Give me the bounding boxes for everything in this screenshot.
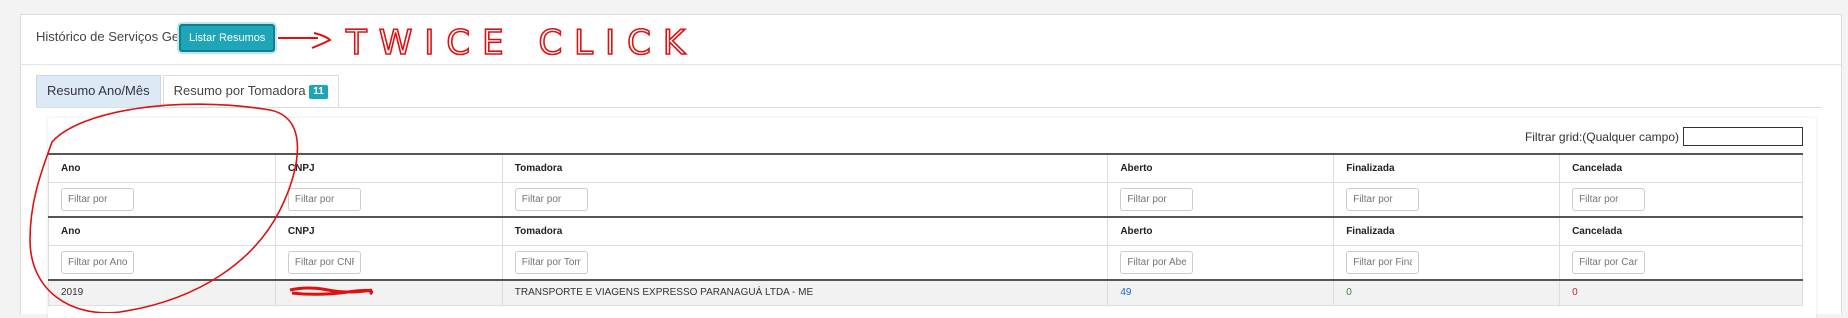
- filter-row: [48, 181, 1803, 218]
- col-header-cancelada[interactable]: Cancelada: [1559, 216, 1803, 246]
- cell-finalizada: 0: [1333, 279, 1561, 306]
- grid-container: Filtrar grid:(Qualquer campo) Ano CNPJ T…: [48, 118, 1816, 318]
- tab-resumo-por-tomadora[interactable]: Resumo por Tomadora 11: [162, 75, 339, 107]
- col-header-cancelada[interactable]: Cancelada: [1559, 153, 1803, 183]
- tab-label: Resumo por Tomadora: [173, 83, 306, 98]
- cell-cnpj: [274, 279, 503, 306]
- col-header-ano[interactable]: Ano: [48, 216, 276, 246]
- filter-finalizada-input[interactable]: [1346, 187, 1420, 211]
- filter-cnpj-input[interactable]: [287, 187, 361, 211]
- redaction-scribble: [289, 286, 373, 297]
- header-row-duplicate: Ano CNPJ Tomadora Aberto Finalizada Canc…: [48, 216, 1803, 246]
- filter-finalizada-input[interactable]: [1346, 250, 1420, 274]
- col-header-tomadora[interactable]: Tomadora: [501, 153, 1109, 183]
- col-header-aberto[interactable]: Aberto: [1107, 216, 1335, 246]
- col-header-finalizada[interactable]: Finalizada: [1333, 153, 1561, 183]
- header-row: Ano CNPJ Tomadora Aberto Finalizada Canc…: [48, 153, 1803, 183]
- filter-ano-input[interactable]: [61, 250, 134, 274]
- filter-tomadora-input[interactable]: [514, 187, 588, 211]
- cell-ano: 2019: [48, 279, 276, 306]
- filter-aberto-input[interactable]: [1120, 187, 1194, 211]
- cell-aberto: 49: [1107, 279, 1335, 306]
- filter-row-duplicate: [48, 244, 1803, 281]
- table-row[interactable]: 2019 TRANSPORTE E VIAGENS EXPRESSO PARAN…: [48, 279, 1803, 306]
- count-badge: 11: [309, 85, 328, 99]
- filter-tomadora-input[interactable]: [514, 250, 588, 274]
- listar-resumos-button[interactable]: Listar Resumos: [179, 24, 276, 52]
- grid-filter: Filtrar grid:(Qualquer campo): [1525, 127, 1803, 146]
- filter-cnpj-input[interactable]: [287, 250, 361, 274]
- grid-filter-input[interactable]: [1683, 127, 1803, 146]
- summary-table: Ano CNPJ Tomadora Aberto Finalizada Canc…: [48, 153, 1803, 306]
- panel-header: Histórico de Serviços Geral Listar Resum…: [21, 15, 1841, 65]
- history-panel: Histórico de Serviços Geral Listar Resum…: [20, 14, 1842, 318]
- cell-cancelada: 0: [1559, 279, 1803, 306]
- col-header-aberto[interactable]: Aberto: [1107, 153, 1335, 183]
- col-header-cnpj[interactable]: CNPJ: [274, 216, 503, 246]
- col-header-tomadora[interactable]: Tomadora: [501, 216, 1109, 246]
- col-header-cnpj[interactable]: CNPJ: [274, 153, 503, 183]
- tab-label: Resumo Ano/Mês: [47, 83, 150, 98]
- col-header-ano[interactable]: Ano: [48, 153, 276, 183]
- col-header-finalizada[interactable]: Finalizada: [1333, 216, 1561, 246]
- filter-cancelada-input[interactable]: [1572, 250, 1646, 274]
- tab-bar: Resumo Ano/Mês Resumo por Tomadora 11: [36, 75, 341, 107]
- filter-cancelada-input[interactable]: [1572, 187, 1646, 211]
- cell-tomadora: TRANSPORTE E VIAGENS EXPRESSO PARANAGUÁ …: [501, 279, 1109, 306]
- filter-ano-input[interactable]: [61, 187, 134, 211]
- filter-aberto-input[interactable]: [1120, 250, 1194, 274]
- grid-filter-label: Filtrar grid:(Qualquer campo): [1524, 129, 1679, 144]
- panel-title: Histórico de Serviços Geral: [36, 29, 194, 44]
- tab-content: Filtrar grid:(Qualquer campo) Ano CNPJ T…: [36, 107, 1822, 318]
- tab-resumo-ano-mes[interactable]: Resumo Ano/Mês: [36, 75, 161, 107]
